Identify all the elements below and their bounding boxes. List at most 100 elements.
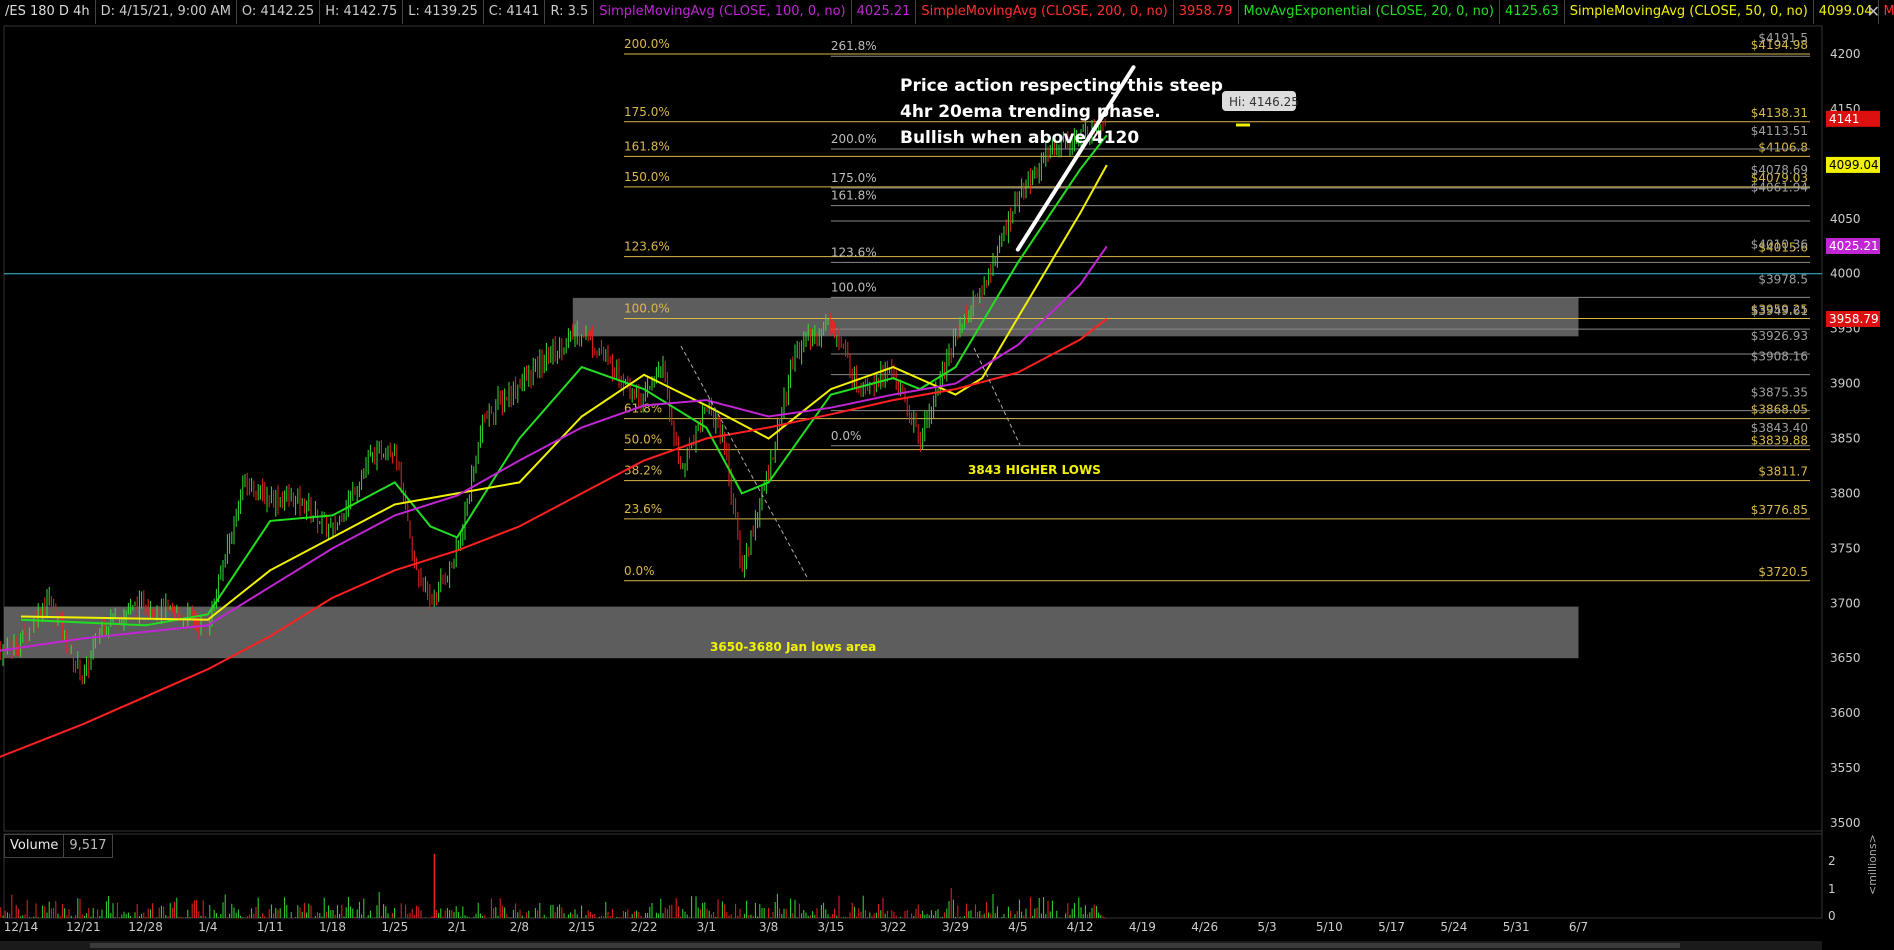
ma-line-1: [20, 164, 1108, 621]
y-tick-11: 4050: [1830, 212, 1861, 226]
fib-secondary-value-1: $4113.51: [1751, 124, 1808, 138]
annotation-line-1: 4hr 20ema trending phase.: [900, 102, 1161, 122]
x-tick-16: 4/5: [1008, 920, 1027, 934]
fib-primary-label-2: 161.8%: [624, 139, 670, 153]
fib-primary-label-10: 0.0%: [624, 564, 655, 578]
volume-unit-label: <millions>: [1866, 834, 1879, 895]
price-tag-2: 4025.21: [1829, 239, 1879, 253]
ma-line-0: [20, 134, 1108, 627]
x-tick-6: 1/25: [381, 920, 408, 934]
header-field-10: 3958.79: [1174, 0, 1239, 24]
study-header-bar: /ES 180 D 4h D: 4/15/21, 9:00 AM O: 4142.2…: [0, 0, 1894, 24]
x-tick-0: 12/14: [4, 920, 39, 934]
x-tick-11: 3/1: [697, 920, 716, 934]
x-tick-3: 1/4: [198, 920, 217, 934]
fib-secondary-value-7: $3949.61: [1751, 304, 1808, 318]
fib-primary-label-0: 200.0%: [624, 37, 670, 51]
fib-primary-value-2: $4106.8: [1758, 140, 1808, 154]
x-tick-9: 2/15: [568, 920, 595, 934]
fib-secondary-label-6: 100.0%: [831, 280, 877, 294]
x-tick-10: 2/22: [631, 920, 658, 934]
y-tick-10: 4000: [1830, 267, 1861, 281]
annotations: Price action respecting this steep 4hr 20…: [680, 65, 1299, 654]
fib-secondary-value-9: $3908.16: [1751, 350, 1808, 364]
header-field-8: 4025.21: [852, 0, 917, 24]
price-zones: [4, 273, 1822, 659]
zone-0: [572, 297, 1579, 337]
fib-primary-label-8: 38.2%: [624, 464, 662, 478]
header-field-13: SimpleMovingAvg (CLOSE, 50, 0, no): [1565, 0, 1814, 24]
fib-primary-value-6: $3868.05: [1751, 403, 1808, 417]
y-tick-2: 3600: [1830, 706, 1861, 720]
header-field-15: MovAvgExponential (CLOSE,...: [1879, 0, 1894, 24]
fib-secondary-label-0: 261.8%: [831, 39, 877, 53]
fib-primary-label-1: 175.0%: [624, 105, 670, 119]
y-tick-0: 3500: [1830, 816, 1861, 830]
fib-primary-label-3: 150.0%: [624, 170, 670, 184]
header-field-4: L: 4139.25: [403, 0, 484, 24]
fib-primary-value-8: $3811.7: [1758, 465, 1808, 479]
header-field-2: O: 4142.25: [237, 0, 321, 24]
x-tick-8: 2/8: [510, 920, 529, 934]
fib-secondary-value-10: $3875.35: [1751, 386, 1808, 400]
y-tick-5: 3750: [1830, 541, 1861, 555]
x-tick-25: 6/7: [1569, 920, 1588, 934]
fib-secondary-label-11: 0.0%: [831, 429, 862, 443]
swing-line-1: [680, 345, 809, 580]
volume-panel-frame: [3, 833, 1823, 919]
price-tag-3: 3958.79: [1829, 312, 1879, 326]
fib-primary-label-4: 123.6%: [624, 240, 670, 254]
x-tick-17: 4/12: [1067, 920, 1094, 934]
x-tick-20: 5/3: [1257, 920, 1276, 934]
price-tag-0: 4141: [1829, 112, 1860, 126]
header-field-0: /ES 180 D 4h: [0, 0, 96, 24]
header-field-7: SimpleMovingAvg (CLOSE, 100, 0, no): [594, 0, 852, 24]
fib-secondary-value-5: $4010.36: [1751, 237, 1808, 251]
x-tick-4: 1/11: [257, 920, 284, 934]
fib-secondary-label-1: 200.0%: [831, 132, 877, 146]
header-field-5: C: 4141: [484, 0, 546, 24]
x-tick-18: 4/19: [1129, 920, 1156, 934]
header-field-1: D: 4/15/21, 9:00 AM: [96, 0, 237, 24]
fib-secondary-label-5: 123.6%: [831, 245, 877, 259]
y-tick-6: 3800: [1830, 486, 1861, 500]
y-tick-8: 3900: [1830, 377, 1861, 391]
y-tick-14: 4200: [1830, 47, 1861, 61]
fib-secondary-value-3: $4061.94: [1751, 181, 1808, 195]
x-tick-2: 12/28: [128, 920, 163, 934]
x-tick-22: 5/17: [1378, 920, 1405, 934]
volume-tick-2: 0: [1828, 909, 1836, 923]
fib-primary-value-10: $3720.5: [1758, 565, 1808, 579]
fib-primary-value-9: $3776.85: [1751, 503, 1808, 517]
fib-secondary-value-11: $3843.40: [1751, 421, 1808, 435]
fib-secondary-value-8: $3926.93: [1751, 329, 1808, 343]
y-tick-4: 3700: [1830, 596, 1861, 610]
price-tag-1: 4099.04: [1829, 158, 1879, 172]
y-tick-3: 3650: [1830, 651, 1861, 665]
header-field-6: R: 3.5: [545, 0, 595, 24]
x-tick-19: 4/26: [1191, 920, 1218, 934]
swing-line-2: [973, 347, 1021, 446]
x-tick-1: 12/21: [66, 920, 101, 934]
x-tick-12: 3/8: [759, 920, 778, 934]
fib-primary-label-5: 100.0%: [624, 301, 670, 315]
fib-secondary-label-2: 175.0%: [831, 171, 877, 185]
x-tick-21: 5/10: [1316, 920, 1343, 934]
annotation-line-0: Price action respecting this steep: [900, 76, 1223, 96]
x-tick-7: 2/1: [447, 920, 466, 934]
fib-secondary-value-6: $3978.5: [1758, 272, 1808, 286]
x-tick-23: 5/24: [1440, 920, 1467, 934]
x-tick-14: 3/22: [880, 920, 907, 934]
close-icon[interactable]: ✕: [1867, 0, 1880, 24]
x-tick-5: 1/18: [319, 920, 346, 934]
x-tick-13: 3/15: [817, 920, 844, 934]
annotation-jan-lows: 3650-3680 Jan lows area: [710, 640, 876, 654]
fib-secondary-label-3: 161.8%: [831, 189, 877, 203]
annotation-line-2: Bullish when above 4120: [900, 128, 1139, 148]
price-chart[interactable]: 200.0% $4194.98175.0% $4138.31161.8% $4106.…: [0, 0, 1894, 950]
header-field-9: SimpleMovingAvg (CLOSE, 200, 0, no): [916, 0, 1174, 24]
header-field-12: 4125.63: [1500, 0, 1565, 24]
hi-bubble-text: Hi: 4146.25: [1229, 95, 1299, 109]
y-tick-1: 3550: [1830, 761, 1861, 775]
volume-title: Volume: [10, 838, 59, 853]
